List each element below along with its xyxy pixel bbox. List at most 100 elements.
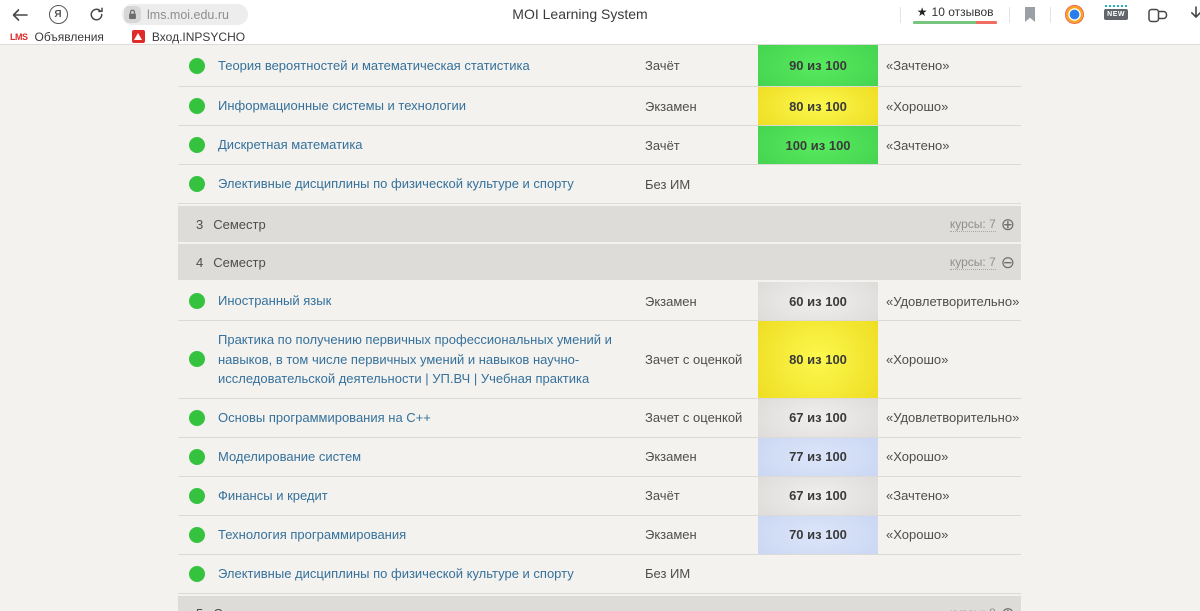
assessment-type-cell: Зачёт (645, 58, 758, 73)
back-button[interactable] (8, 0, 32, 29)
course-link[interactable]: Практика по получению первичных професси… (218, 332, 612, 386)
status-column (178, 58, 218, 74)
course-table: Теория вероятностей и математическая ста… (178, 45, 1021, 611)
status-column (178, 137, 218, 153)
course-link[interactable]: Иностранный язык (218, 293, 331, 308)
inpsycho-favicon (132, 30, 145, 43)
course-link[interactable]: Моделирование систем (218, 449, 361, 464)
course-title-cell: Теория вероятностей и математическая ста… (218, 47, 645, 85)
collections-icon[interactable] (1148, 6, 1168, 23)
course-title-cell: Технология программирования (218, 516, 645, 554)
expand-icon[interactable]: ⊕ (1001, 605, 1015, 611)
separator (900, 7, 901, 23)
new-feature-icon[interactable]: NEW (1104, 9, 1128, 20)
expand-icon[interactable]: ⊕ (1001, 216, 1015, 233)
course-title-cell: Информационные системы и технологии (218, 87, 645, 125)
course-title-cell: Иностранный язык (218, 282, 645, 320)
lock-icon[interactable] (124, 6, 141, 23)
review-rating-bar (913, 21, 997, 24)
course-row: Основы программирования на C++ Зачет с о… (178, 399, 1021, 438)
semester-label: Семестр (213, 255, 265, 270)
grade-cell: «Хорошо» (878, 99, 1021, 114)
semester-number: 4 (196, 255, 203, 270)
grade-cell: «Хорошо» (878, 352, 1021, 367)
bookmark-flag-icon[interactable] (1024, 7, 1036, 22)
course-title-cell: Практика по получению первичных професси… (218, 321, 645, 398)
extension-circle-icon[interactable] (1065, 5, 1084, 24)
separator (1050, 7, 1051, 23)
semester-label: Семестр (213, 606, 265, 611)
bookmark-label: Объявления (35, 30, 104, 44)
status-dot-icon (189, 527, 205, 543)
bookmark-item-announcements[interactable]: LMS Объявления (10, 30, 104, 44)
course-link[interactable]: Дискретная математика (218, 137, 363, 152)
course-link[interactable]: Теория вероятностей и математическая ста… (218, 58, 530, 73)
course-row: Практика по получению первичных професси… (178, 321, 1021, 399)
toolbar-right-icons: ★ 10 отзывов NEW (900, 0, 1200, 29)
grade-cell: «Удовлетворительно» (878, 294, 1021, 309)
status-dot-icon (189, 566, 205, 582)
courses-count-link[interactable]: курсы: 7 (950, 217, 996, 232)
course-row: Иностранный язык Экзамен 60 из 100 «Удов… (178, 282, 1021, 321)
reviews-count-label: 10 отзывов (932, 5, 994, 19)
grade-cell: «Хорошо» (878, 449, 1021, 464)
status-column (178, 351, 218, 367)
grade-cell: «Зачтено» (878, 138, 1021, 153)
score-cell: 80 из 100 (758, 87, 878, 125)
semester-row: 4 Семестр курсы: 7 ⊖ (178, 244, 1021, 280)
yandex-home-button[interactable]: Я (46, 0, 70, 29)
score-cell: 80 из 100 (758, 321, 878, 398)
course-row: Элективные дисциплины по физической куль… (178, 165, 1021, 204)
assessment-type-cell: Экзамен (645, 527, 758, 542)
course-title-cell: Основы программирования на C++ (218, 399, 645, 437)
score-cell (758, 165, 878, 203)
course-row: Информационные системы и технологии Экза… (178, 87, 1021, 126)
status-column (178, 449, 218, 465)
semester-label: Семестр (213, 217, 265, 232)
course-link[interactable]: Технология программирования (218, 527, 406, 542)
grade-cell: «Зачтено» (878, 58, 1021, 73)
status-dot-icon (189, 449, 205, 465)
course-link[interactable]: Элективные дисциплины по физической куль… (218, 566, 574, 581)
yandex-logo-icon: Я (49, 5, 68, 24)
assessment-type-cell: Без ИМ (645, 566, 758, 581)
address-bar[interactable]: lms.moi.edu.ru (122, 4, 248, 25)
course-link[interactable]: Основы программирования на C++ (218, 410, 431, 425)
courses-count-link[interactable]: курсы: 8 (950, 606, 996, 611)
course-link[interactable]: Информационные системы и технологии (218, 98, 466, 113)
course-title-cell: Элективные дисциплины по физической куль… (218, 165, 645, 203)
score-cell: 90 из 100 (758, 45, 878, 86)
browser-toolbar: Я lms.moi.edu.ru MOI Learning System ★ 1… (0, 0, 1200, 29)
assessment-type-cell: Зачёт (645, 138, 758, 153)
status-dot-icon (189, 351, 205, 367)
refresh-button[interactable] (84, 0, 108, 29)
course-link[interactable]: Финансы и кредит (218, 488, 328, 503)
course-row: Технология программирования Экзамен 70 и… (178, 516, 1021, 555)
bookmark-item-inpsycho[interactable]: Вход.INPSYCHO (132, 30, 245, 44)
url-text: lms.moi.edu.ru (147, 8, 229, 22)
refresh-icon (89, 7, 104, 22)
assessment-type-cell: Без ИМ (645, 177, 758, 192)
assessment-type-cell: Зачёт (645, 488, 758, 503)
grade-cell: «Зачтено» (878, 488, 1021, 503)
back-arrow-icon (11, 8, 29, 22)
status-dot-icon (189, 98, 205, 114)
course-link[interactable]: Элективные дисциплины по физической куль… (218, 176, 574, 191)
status-column (178, 410, 218, 426)
courses-count-link[interactable]: курсы: 7 (950, 255, 996, 270)
download-icon[interactable] (1186, 6, 1200, 24)
score-cell: 60 из 100 (758, 282, 878, 320)
semester-number: 5 (196, 606, 203, 611)
course-title-cell: Финансы и кредит (218, 477, 645, 515)
semester-number: 3 (196, 217, 203, 232)
separator (1009, 7, 1010, 23)
course-row: Теория вероятностей и математическая ста… (178, 45, 1021, 87)
star-icon: ★ (917, 5, 928, 19)
lms-favicon: LMS (10, 32, 28, 42)
site-reviews-button[interactable]: ★ 10 отзывов (913, 5, 997, 24)
status-dot-icon (189, 293, 205, 309)
course-title-cell: Моделирование систем (218, 438, 645, 476)
collapse-icon[interactable]: ⊖ (1001, 254, 1015, 271)
course-row: Дискретная математика Зачёт 100 из 100 «… (178, 126, 1021, 165)
bookmarks-bar: LMS Объявления Вход.INPSYCHO (0, 29, 1200, 45)
